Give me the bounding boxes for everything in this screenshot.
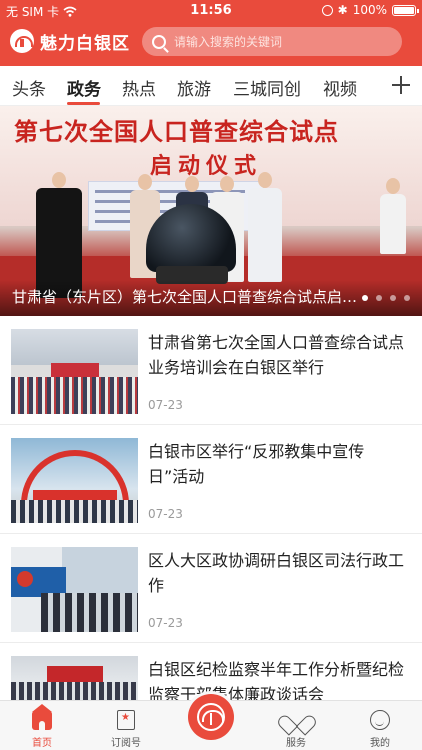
banner-person-head: [386, 178, 400, 194]
profile-icon: [370, 710, 390, 730]
logo-icon: [10, 29, 34, 53]
battery-percent: 100%: [352, 3, 387, 17]
banner-person: [380, 194, 406, 254]
bluetooth-icon: ✱: [337, 3, 348, 17]
battery-icon: [392, 4, 419, 16]
news-date: 07-23: [148, 616, 183, 630]
nav-subscriptions[interactable]: ★ 订阅号: [84, 701, 168, 750]
status-bar: 无 SIM 卡 11:56 ✱ 100%: [0, 0, 422, 22]
tab-video[interactable]: 视频: [323, 75, 357, 100]
nav-services-label: 服务: [286, 738, 306, 749]
news-item[interactable]: 甘肃省第七次全国人口普查综合试点业务培训会在白银区举行 07-23: [0, 316, 422, 425]
nav-services[interactable]: 服务: [254, 701, 338, 750]
news-thumbnail: [11, 547, 138, 632]
nav-home-label: 首页: [32, 738, 52, 749]
news-item[interactable]: 白银市区举行“反邪教集中宣传日”活动 07-23: [0, 425, 422, 534]
banner-person-head: [258, 172, 272, 188]
carousel-dot[interactable]: [376, 295, 382, 301]
banner-person-head: [220, 176, 234, 192]
carousel-dot[interactable]: [390, 295, 396, 301]
app-header: 无 SIM 卡 11:56 ✱ 100% 魅力白银区: [0, 0, 422, 66]
news-list: 甘肃省第七次全国人口普查综合试点业务培训会在白银区举行 07-23 白银市区举行…: [0, 316, 422, 700]
search-bar[interactable]: [142, 27, 402, 56]
news-date: 07-23: [148, 507, 183, 521]
carousel-dot[interactable]: [404, 295, 410, 301]
news-title: 白银区纪检监察半年工作分析暨纪检监察干部集体廉政谈话会: [148, 660, 404, 700]
nav-subscriptions-label: 订阅号: [111, 738, 141, 749]
tab-travel[interactable]: 旅游: [177, 75, 211, 100]
app-brand: 魅力白银区: [10, 27, 130, 55]
search-input[interactable]: [174, 34, 394, 49]
banner-photo-text-1: 第七次全国人口普查综合试点: [14, 117, 339, 146]
tab-headlines[interactable]: 头条: [12, 75, 46, 100]
nav-home[interactable]: 首页: [0, 701, 84, 750]
news-title: 甘肃省第七次全国人口普查综合试点业务培训会在白银区举行: [148, 333, 404, 377]
banner-person-head: [52, 172, 66, 188]
news-thumbnail: [11, 329, 138, 414]
banner-person-head: [185, 176, 199, 192]
news-thumbnail: [11, 438, 138, 523]
app-title: 魅力白银区: [40, 33, 130, 54]
tab-three-cities[interactable]: 三城同创: [233, 75, 301, 100]
banner-carousel[interactable]: 第七次全国人口普查综合试点 启动仪式 甘肃省（东片区）第七次全国人口普查综合试点…: [0, 106, 422, 316]
news-item[interactable]: 白银区纪检监察半年工作分析暨纪检监察干部集体廉政谈话会: [0, 643, 422, 700]
banner-person-head: [138, 174, 152, 190]
banner-photo-text-2: 启动仪式: [150, 153, 263, 179]
carousel-dots: [362, 295, 410, 301]
active-tab-indicator: [67, 102, 100, 105]
category-tabs: 头条 政务 热点 旅游 三城同创 视频: [0, 66, 422, 106]
news-date: 07-23: [148, 398, 183, 412]
subscription-icon: ★: [117, 710, 135, 730]
search-icon: [152, 34, 166, 49]
status-right: ✱ 100%: [321, 3, 419, 17]
news-title: 白银市区举行“反邪教集中宣传日”活动: [148, 442, 365, 486]
home-icon: [32, 704, 52, 730]
banner-caption[interactable]: 甘肃省（东片区）第七次全国人口普查综合试点启动仪式: [12, 286, 360, 307]
tab-government[interactable]: 政务: [67, 75, 101, 100]
news-thumbnail: [11, 656, 138, 700]
news-item[interactable]: 区人大区政协调研白银区司法行政工作 07-23: [0, 534, 422, 643]
nav-mine[interactable]: 我的: [338, 701, 422, 750]
add-channel-icon[interactable]: [392, 76, 410, 94]
news-title: 区人大区政协调研白银区司法行政工作: [148, 551, 404, 595]
center-logo-button[interactable]: [188, 694, 234, 740]
center-logo-icon: [197, 703, 225, 731]
app-root: 无 SIM 卡 11:56 ✱ 100% 魅力白银区 请输入搜索的关键词 头条 …: [0, 0, 422, 750]
carousel-dot[interactable]: [362, 295, 368, 301]
tab-hot[interactable]: 热点: [122, 75, 156, 100]
rotation-lock-icon: [321, 4, 333, 16]
banner-person: [248, 188, 282, 282]
service-heart-icon: [286, 710, 306, 730]
nav-mine-label: 我的: [370, 738, 390, 749]
